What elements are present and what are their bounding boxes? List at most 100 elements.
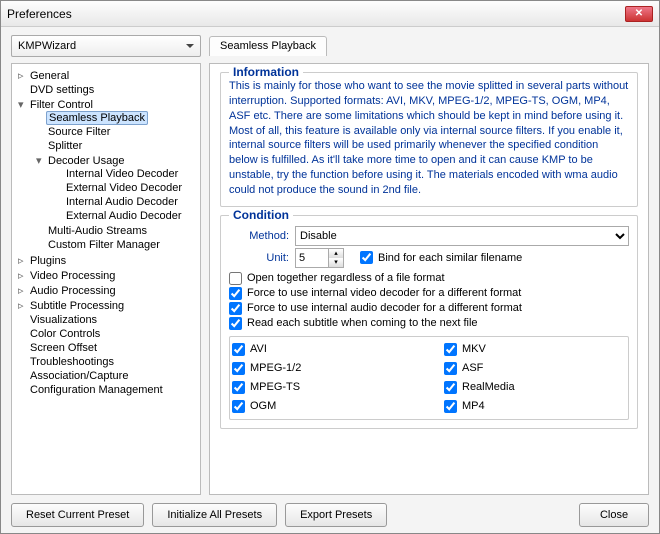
option-checkbox[interactable]	[229, 317, 242, 330]
tree-item-label[interactable]: External Audio Decoder	[64, 210, 184, 222]
format-checkbox[interactable]	[232, 343, 245, 356]
format-checkbox[interactable]	[444, 343, 457, 356]
export-presets-button[interactable]: Export Presets	[285, 503, 387, 527]
format-option[interactable]: MKV	[444, 343, 626, 356]
preset-select[interactable]: KMPWizard	[11, 35, 201, 57]
tree-item[interactable]: Source Filter	[32, 125, 198, 139]
tree-item-label[interactable]: Internal Audio Decoder	[64, 196, 180, 208]
format-checkbox[interactable]	[232, 381, 245, 394]
tree-item[interactable]: External Audio Decoder	[50, 209, 198, 223]
tree-item[interactable]: ▹Audio Processing	[14, 283, 198, 298]
condition-option[interactable]: Open together regardless of a file forma…	[229, 272, 629, 285]
tree-item[interactable]: ▾Filter ControlSeamless PlaybackSource F…	[14, 97, 198, 253]
condition-group: Condition Method: Disable Unit: ▴▾	[220, 215, 638, 429]
tree-branch-icon: ▹	[18, 254, 28, 267]
unit-input[interactable]	[295, 248, 329, 268]
tree-item[interactable]: Configuration Management	[14, 383, 198, 397]
tree-branch-icon: ▹	[18, 69, 28, 82]
tabset: Information This is mainly for those who…	[209, 63, 649, 495]
expand-icon[interactable]: ▾	[36, 154, 46, 167]
tree-item-label[interactable]: Troubleshootings	[28, 356, 116, 368]
window-title: Preferences	[7, 7, 625, 21]
tree-item-label[interactable]: Video Processing	[28, 270, 117, 282]
tree-item-label[interactable]: Color Controls	[28, 328, 102, 340]
format-option[interactable]: ASF	[444, 362, 626, 375]
format-option[interactable]: AVI	[232, 343, 414, 356]
titlebar: Preferences ✕	[1, 1, 659, 27]
condition-option[interactable]: Force to use internal audio decoder for …	[229, 302, 629, 315]
tree-item-label[interactable]: Decoder Usage	[46, 155, 126, 167]
tree-item[interactable]: Association/Capture	[14, 369, 198, 383]
tree-item[interactable]: Troubleshootings	[14, 355, 198, 369]
format-checkbox[interactable]	[444, 381, 457, 394]
tree-item-label[interactable]: Seamless Playback	[46, 111, 148, 125]
option-label: Force to use internal video decoder for …	[247, 287, 521, 299]
format-option[interactable]: MPEG-1/2	[232, 362, 414, 375]
tree-item[interactable]: Seamless Playback	[32, 111, 198, 125]
tree-item[interactable]: Color Controls	[14, 327, 198, 341]
format-option[interactable]: MP4	[444, 400, 626, 413]
condition-option[interactable]: Force to use internal video decoder for …	[229, 287, 629, 300]
tree-item-label[interactable]: DVD settings	[28, 84, 96, 96]
tree-item[interactable]: Internal Audio Decoder	[50, 195, 198, 209]
tree-item-label[interactable]: Association/Capture	[28, 370, 130, 382]
spin-up-icon[interactable]: ▴	[329, 249, 343, 258]
initialize-presets-button[interactable]: Initialize All Presets	[152, 503, 277, 527]
tree-item-label[interactable]: Filter Control	[28, 99, 95, 111]
tree-item[interactable]: Custom Filter Manager	[32, 238, 198, 252]
tree-item[interactable]: ▹Subtitle Processing	[14, 298, 198, 313]
tree-panel[interactable]: ▹GeneralDVD settings▾Filter ControlSeaml…	[11, 63, 201, 495]
format-grid: AVI MKV MPEG-1/2 ASF MPEG-TS RealMedia OGM MP4	[229, 336, 629, 420]
bind-filename-check[interactable]: Bind for each similar filename	[360, 251, 522, 264]
preset-selected: KMPWizard	[18, 40, 76, 52]
tab-seamless-playback[interactable]: Seamless Playback	[209, 36, 327, 56]
spin-down-icon[interactable]: ▾	[329, 258, 343, 267]
tree-item[interactable]: DVD settings	[14, 83, 198, 97]
option-checkbox[interactable]	[229, 302, 242, 315]
close-icon[interactable]: ✕	[625, 6, 653, 22]
format-checkbox[interactable]	[232, 400, 245, 413]
format-option[interactable]: RealMedia	[444, 381, 626, 394]
tree-item[interactable]: ▾Decoder UsageInternal Video Decoder Exte…	[32, 153, 198, 224]
tree-item-label[interactable]: General	[28, 70, 71, 82]
format-option[interactable]: OGM	[232, 400, 414, 413]
tree-item[interactable]: Internal Video Decoder	[50, 167, 198, 181]
method-select[interactable]: Disable	[295, 226, 629, 246]
method-row: Method: Disable	[229, 226, 629, 246]
reset-preset-button[interactable]: Reset Current Preset	[11, 503, 144, 527]
method-label: Method:	[229, 230, 289, 242]
tree-item[interactable]: Multi-Audio Streams	[32, 224, 198, 238]
format-checkbox[interactable]	[232, 362, 245, 375]
tree-item[interactable]: ▹General	[14, 68, 198, 83]
unit-spinner[interactable]: ▴▾	[295, 248, 344, 268]
tree-item-label[interactable]: Source Filter	[46, 126, 112, 138]
tree-item-label[interactable]: Plugins	[28, 255, 68, 267]
close-button[interactable]: Close	[579, 503, 649, 527]
format-checkbox[interactable]	[444, 400, 457, 413]
expand-icon[interactable]: ▾	[18, 98, 28, 111]
tree-item-label[interactable]: Custom Filter Manager	[46, 239, 162, 251]
tree-item-label[interactable]: Internal Video Decoder	[64, 168, 180, 180]
tree-item[interactable]: ▹Video Processing	[14, 268, 198, 283]
condition-option[interactable]: Read each subtitle when coming to the ne…	[229, 317, 629, 330]
tree-item[interactable]: Visualizations	[14, 313, 198, 327]
condition-options: Open together regardless of a file forma…	[229, 272, 629, 330]
tree-item-label[interactable]: External Video Decoder	[64, 182, 184, 194]
tree-item-label[interactable]: Visualizations	[28, 314, 99, 326]
format-option[interactable]: MPEG-TS	[232, 381, 414, 394]
tree-item-label[interactable]: Configuration Management	[28, 384, 165, 396]
tree-item-label[interactable]: Subtitle Processing	[28, 300, 126, 312]
tree-item[interactable]: External Video Decoder	[50, 181, 198, 195]
option-checkbox[interactable]	[229, 287, 242, 300]
spin-buttons[interactable]: ▴▾	[329, 248, 344, 268]
tree-item[interactable]: ▹Plugins	[14, 253, 198, 268]
tree-item[interactable]: Screen Offset	[14, 341, 198, 355]
option-checkbox[interactable]	[229, 272, 242, 285]
format-checkbox[interactable]	[444, 362, 457, 375]
tree-item-label[interactable]: Screen Offset	[28, 342, 99, 354]
tree-item-label[interactable]: Multi-Audio Streams	[46, 225, 149, 237]
tree-item-label[interactable]: Splitter	[46, 140, 84, 152]
tree-item[interactable]: Splitter	[32, 139, 198, 153]
bind-filename-checkbox[interactable]	[360, 251, 373, 264]
tree-item-label[interactable]: Audio Processing	[28, 285, 118, 297]
